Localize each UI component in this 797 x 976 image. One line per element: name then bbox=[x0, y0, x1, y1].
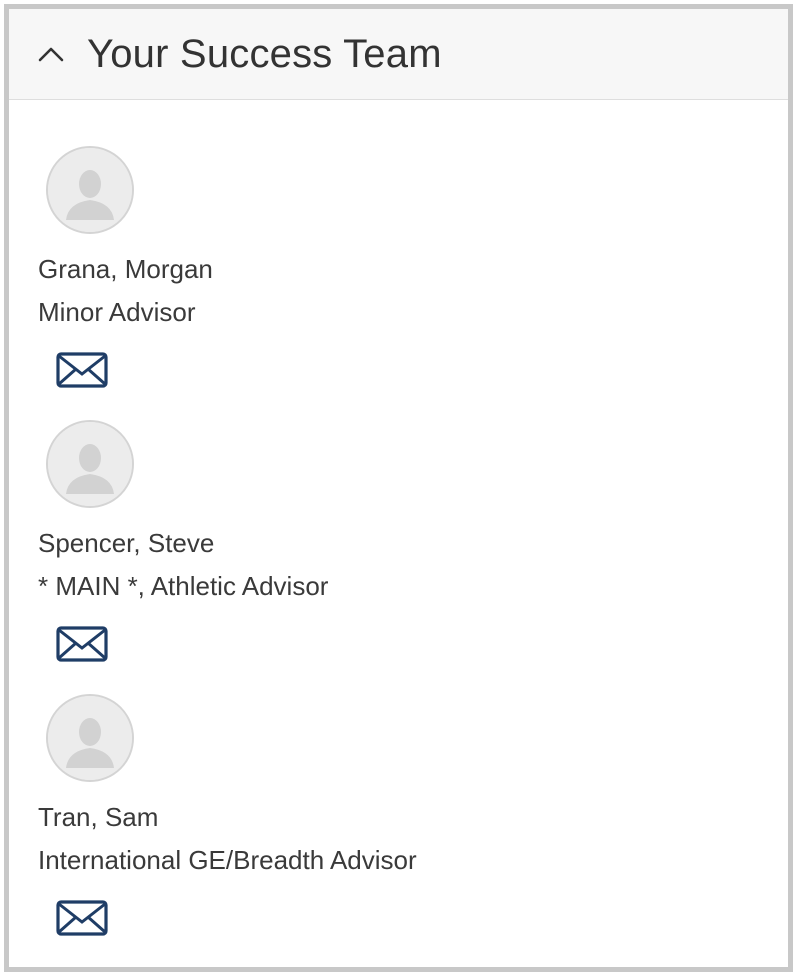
avatar-placeholder-icon bbox=[46, 146, 134, 234]
envelope-icon bbox=[56, 900, 108, 936]
success-team-panel: Your Success Team Grana, Morgan Minor Ad… bbox=[4, 4, 793, 972]
team-member: Grana, Morgan Minor Advisor bbox=[38, 146, 788, 420]
envelope-icon bbox=[56, 626, 108, 662]
member-name: Spencer, Steve bbox=[38, 528, 215, 558]
panel-header-toggle[interactable]: Your Success Team bbox=[9, 9, 788, 100]
team-member: Spencer, Steve * MAIN *, Athletic Adviso… bbox=[38, 420, 788, 694]
member-name: Tran, Sam bbox=[38, 802, 159, 832]
member-role: International GE/Breadth Advisor bbox=[38, 845, 417, 875]
panel-title: Your Success Team bbox=[87, 31, 442, 76]
email-button[interactable] bbox=[56, 352, 108, 388]
email-button[interactable] bbox=[56, 900, 108, 936]
email-button[interactable] bbox=[56, 626, 108, 662]
member-role: Minor Advisor bbox=[38, 297, 196, 327]
avatar-placeholder-icon bbox=[46, 694, 134, 782]
member-name: Grana, Morgan bbox=[38, 254, 213, 284]
team-list: Grana, Morgan Minor Advisor Spencer, Ste… bbox=[9, 100, 788, 968]
chevron-up-icon[interactable] bbox=[37, 40, 65, 68]
team-member: Tran, Sam International GE/Breadth Advis… bbox=[38, 694, 788, 968]
avatar-placeholder-icon bbox=[46, 420, 134, 508]
member-role: * MAIN *, Athletic Advisor bbox=[38, 571, 329, 601]
envelope-icon bbox=[56, 352, 108, 388]
